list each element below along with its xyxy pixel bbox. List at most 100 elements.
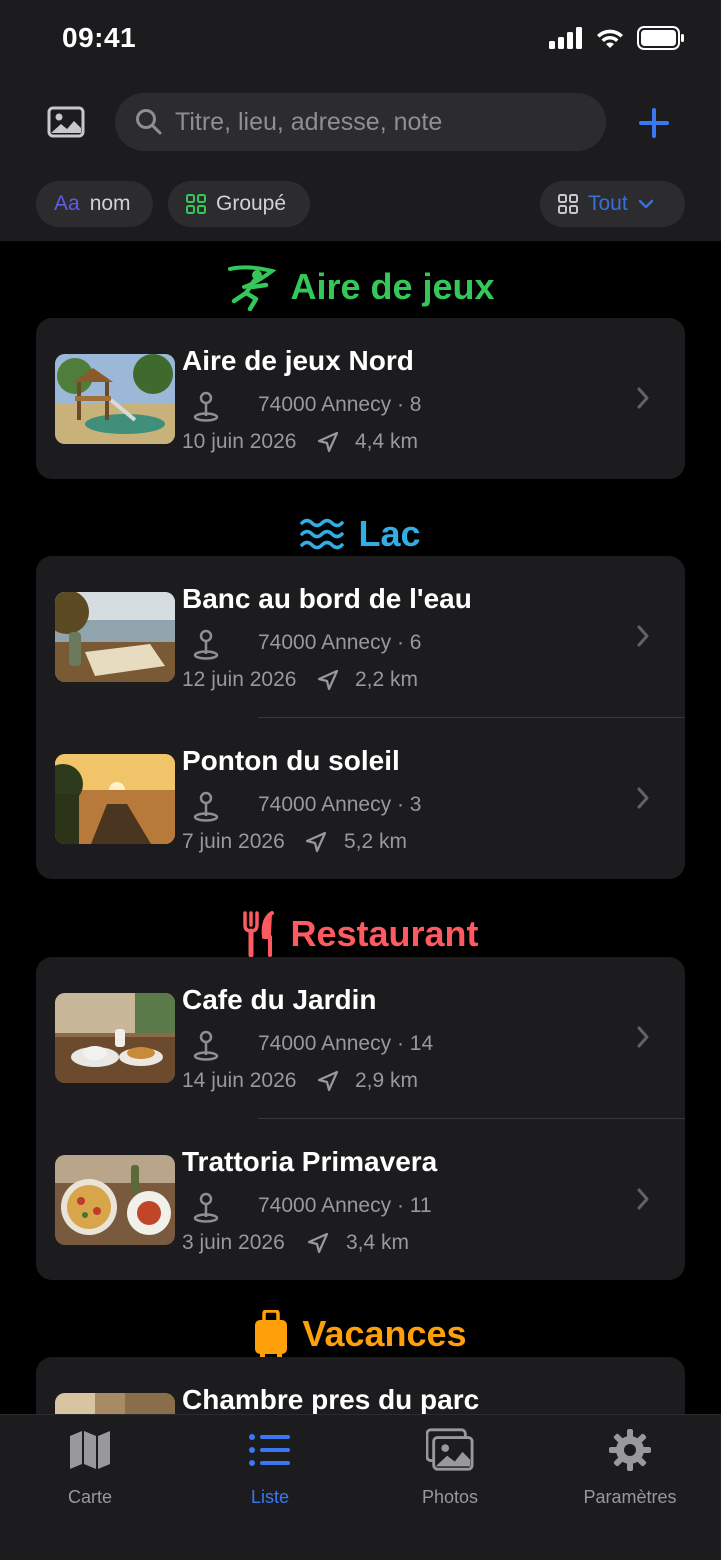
tab-label: Carte — [67, 1487, 112, 1507]
place-title: Trattoria Primavera — [182, 1146, 438, 1177]
cellular-signal-icon — [549, 27, 582, 49]
chevron-right-icon — [637, 387, 649, 409]
battery-icon — [637, 26, 684, 50]
place-distance: 3,4 km — [346, 1231, 410, 1254]
list-item[interactable]: Banc au bord de l'eau 74000 Annecy · 6 1… — [36, 556, 685, 717]
place-thumbnail — [55, 1155, 175, 1245]
location-arrow-icon — [317, 431, 339, 453]
place-address: 74000 Annecy · 11 — [258, 1194, 432, 1217]
map-icon — [66, 1427, 114, 1473]
map-pin-icon — [193, 1192, 219, 1223]
group-chip[interactable]: Groupé — [168, 181, 310, 227]
place-date: 12 juin 2026 — [182, 668, 297, 691]
tab-label: Photos — [421, 1487, 479, 1507]
map-pin-icon — [193, 791, 219, 822]
place-title: Aire de jeux Nord — [182, 345, 414, 376]
photo-library-button[interactable] — [44, 101, 88, 143]
sort-label: nom — [89, 192, 131, 215]
place-distance: 2,2 km — [355, 668, 419, 691]
place-title: Ponton du soleil — [182, 745, 400, 776]
place-address: 74000 Annecy · 3 — [258, 793, 422, 816]
place-date: 7 juin 2026 — [182, 830, 285, 853]
chevron-right-icon — [637, 1026, 649, 1048]
photos-icon — [426, 1427, 474, 1473]
place-distance: 2,9 km — [355, 1069, 419, 1092]
search-icon — [135, 108, 163, 136]
status-icons — [549, 26, 685, 50]
place-distance: 5,2 km — [344, 830, 408, 853]
list-item[interactable]: Chambre pres du parc — [36, 1357, 685, 1414]
playground-icon — [228, 265, 277, 311]
location-arrow-icon — [305, 831, 327, 853]
category-grid-icon — [558, 194, 578, 214]
tab-label: Paramètres — [583, 1487, 677, 1507]
photo-icon — [47, 106, 85, 138]
section-card: Banc au bord de l'eau 74000 Annecy · 6 1… — [36, 556, 685, 879]
section-header-aire-de-jeux: Aire de jeux — [0, 262, 721, 312]
map-pin-icon — [193, 1030, 219, 1061]
filter-chip[interactable]: Tout — [540, 181, 685, 227]
place-date: 10 juin 2026 — [182, 430, 297, 453]
place-thumbnail — [55, 592, 175, 682]
place-thumbnail — [55, 1393, 175, 1414]
fork-knife-icon — [243, 911, 275, 957]
tab-photos[interactable]: Photos — [370, 1427, 530, 1517]
place-address: 74000 Annecy · 6 — [258, 631, 422, 654]
water-waves-icon — [300, 518, 345, 550]
location-arrow-icon — [317, 1070, 339, 1092]
section-header-vacances: Vacances — [0, 1309, 721, 1359]
list-item[interactable]: Ponton du soleil 74000 Annecy · 3 7 juin… — [36, 718, 685, 879]
search-input[interactable] — [175, 107, 575, 137]
place-thumbnail — [55, 754, 175, 844]
map-pin-icon — [193, 391, 219, 422]
section-card: Cafe du Jardin 74000 Annecy · 14 14 juin… — [36, 957, 685, 1280]
suitcase-icon — [255, 1310, 288, 1358]
tab-bar: Carte Liste Photos Paramètres — [0, 1414, 721, 1560]
tab-label: Liste — [250, 1487, 290, 1507]
chevron-down-icon — [638, 199, 653, 209]
location-arrow-icon — [317, 669, 339, 691]
place-title: Banc au bord de l'eau — [182, 583, 472, 614]
chevron-right-icon — [637, 787, 649, 809]
status-time: 09:41 — [62, 22, 137, 53]
place-date: 3 juin 2026 — [182, 1231, 285, 1254]
chevron-right-icon — [637, 625, 649, 647]
status-bar: 09:41 — [0, 0, 721, 80]
place-thumbnail — [55, 354, 175, 444]
place-title: Chambre pres du parc — [182, 1384, 480, 1414]
chevron-right-icon — [637, 1188, 649, 1210]
wifi-icon — [597, 29, 623, 48]
section-card: Aire de jeux Nord 74000 Annecy · 8 10 ju… — [36, 318, 685, 479]
top-bar: 09:41 Titre, lieu, adresse, note Aa nom … — [0, 0, 721, 241]
sort-icon: Aa — [54, 192, 80, 215]
section-header-restaurant: Restaurant — [0, 909, 721, 959]
list-item[interactable]: Cafe du Jardin 74000 Annecy · 14 14 juin… — [36, 957, 685, 1118]
place-thumbnail — [55, 993, 175, 1083]
section-title: Vacances — [302, 1313, 467, 1354]
location-arrow-icon — [307, 1232, 329, 1254]
list-item[interactable]: Aire de jeux Nord 74000 Annecy · 8 10 ju… — [36, 318, 685, 479]
place-address: 74000 Annecy · 14 — [258, 1032, 434, 1055]
filter-label: Tout — [588, 192, 628, 215]
group-label: Groupé — [216, 192, 287, 215]
place-date: 14 juin 2026 — [182, 1069, 297, 1092]
list-item[interactable]: Trattoria Primavera 74000 Annecy · 11 3 … — [36, 1119, 685, 1280]
gear-icon — [606, 1427, 654, 1473]
search-row — [0, 93, 721, 151]
add-place-button[interactable] — [634, 103, 674, 143]
place-address: 74000 Annecy · 8 — [258, 393, 422, 416]
section-card: Chambre pres du parc — [36, 1357, 685, 1414]
list-icon — [246, 1427, 294, 1473]
tab-liste[interactable]: Liste — [190, 1427, 350, 1517]
place-title: Cafe du Jardin — [182, 984, 377, 1015]
tab-parametres[interactable]: Paramètres — [550, 1427, 710, 1517]
search-field[interactable] — [115, 93, 606, 151]
tab-carte[interactable]: Carte — [10, 1427, 170, 1517]
section-title: Restaurant — [290, 913, 479, 954]
grid-icon — [186, 194, 206, 214]
map-pin-icon — [193, 629, 219, 660]
section-title: Lac — [358, 513, 421, 554]
plus-icon — [639, 108, 669, 138]
sort-chip[interactable]: Aa nom — [36, 181, 153, 227]
section-header-lac: Lac — [0, 509, 721, 559]
